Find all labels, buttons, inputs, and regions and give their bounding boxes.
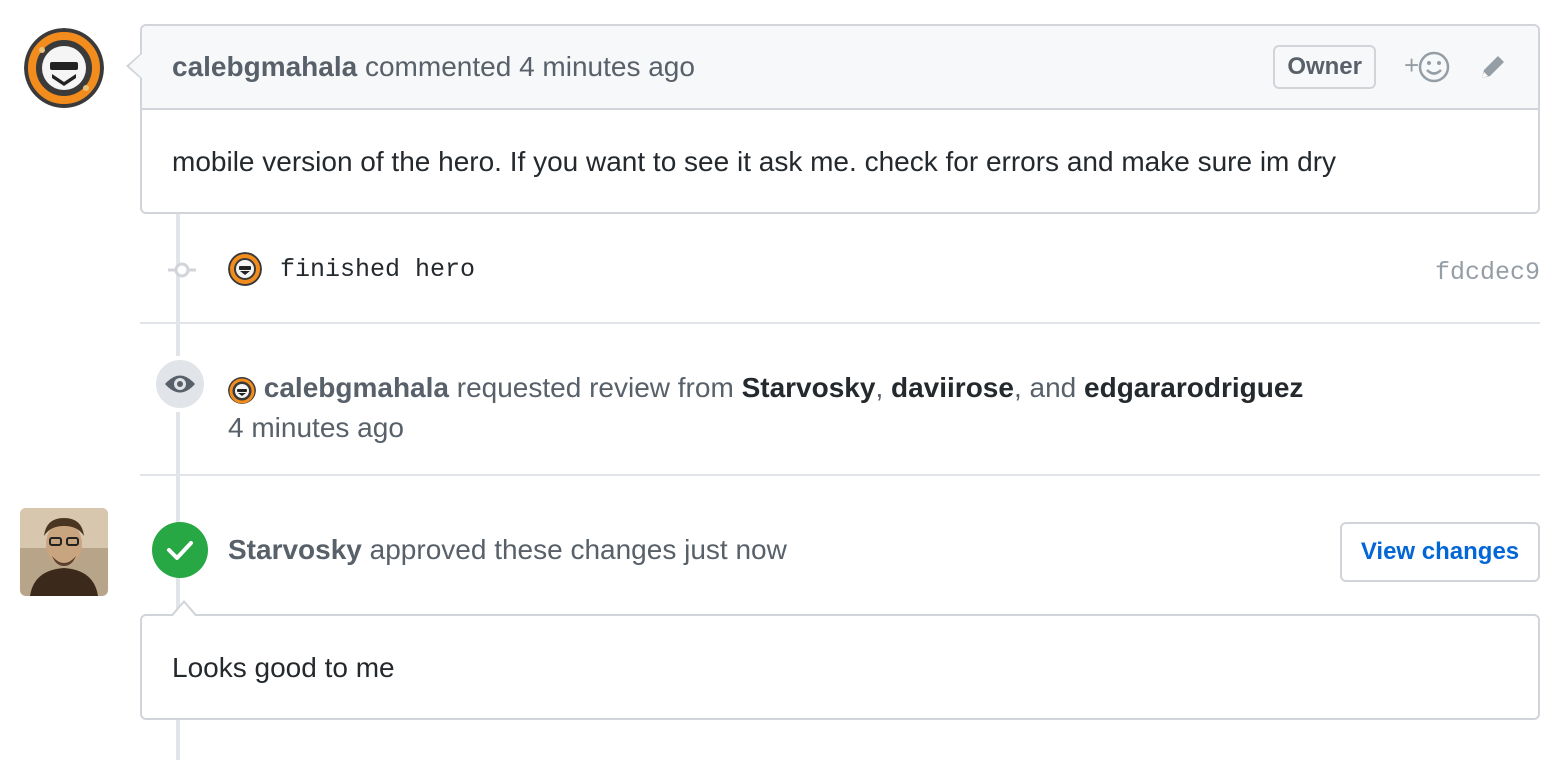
commit-event: finished hero fdcdec9	[140, 240, 1540, 324]
approval-action: approved these changes just now	[369, 534, 787, 565]
review-requester-avatar[interactable]	[228, 376, 256, 404]
commit-author-avatar[interactable]	[228, 252, 262, 286]
git-commit-icon	[168, 260, 196, 280]
edit-pencil-icon[interactable]	[1478, 52, 1508, 82]
review-request-action: requested review from	[456, 372, 734, 403]
approval-event: Starvosky approved these changes just no…	[140, 520, 1540, 584]
comment-action-text: commented	[364, 51, 512, 82]
svg-text:+: +	[1404, 50, 1419, 80]
review-request-text: calebgmahala requested review from Starv…	[228, 368, 1303, 448]
reviewer-separator-1: ,	[875, 372, 884, 403]
comment-action: commented 4 minutes ago	[357, 51, 695, 83]
review-requester-link[interactable]: calebgmahala	[264, 372, 449, 403]
commit-message-link[interactable]: finished hero	[280, 255, 475, 284]
author-avatar[interactable]	[24, 28, 104, 108]
review-comment-body: Looks good to me	[140, 600, 1540, 720]
review-request-event: calebgmahala requested review from Starv…	[140, 324, 1540, 476]
commit-content: finished hero	[228, 252, 475, 286]
comment-box: calebgmahala commented 4 minutes ago Own…	[126, 24, 1540, 214]
reviewer-separator-2: , and	[1013, 372, 1077, 403]
review-request-timestamp[interactable]: 4 minutes ago	[228, 412, 404, 443]
owner-badge: Owner	[1273, 45, 1376, 89]
comment-body: mobile version of the hero. If you want …	[172, 146, 1337, 177]
commit-sha-link[interactable]: fdcdec9	[1435, 258, 1540, 287]
approval-text: Starvosky approved these changes just no…	[228, 534, 787, 566]
reviewer-avatar[interactable]	[20, 508, 108, 596]
add-reaction-icon[interactable]: +	[1404, 50, 1450, 84]
eye-icon	[152, 356, 208, 412]
reviewer-link-1[interactable]: Starvosky	[742, 372, 876, 403]
reviewer-link-2[interactable]: daviirose	[891, 372, 1014, 403]
view-changes-button[interactable]: View changes	[1340, 522, 1540, 582]
comment-author-link[interactable]: calebgmahala	[172, 51, 357, 83]
comment-header: calebgmahala commented 4 minutes ago Own…	[126, 26, 1538, 110]
comment-timestamp[interactable]: 4 minutes ago	[519, 51, 695, 82]
approver-link[interactable]: Starvosky	[228, 534, 362, 565]
check-icon	[152, 522, 208, 578]
reviewer-link-3[interactable]: edgararodriguez	[1084, 372, 1303, 403]
